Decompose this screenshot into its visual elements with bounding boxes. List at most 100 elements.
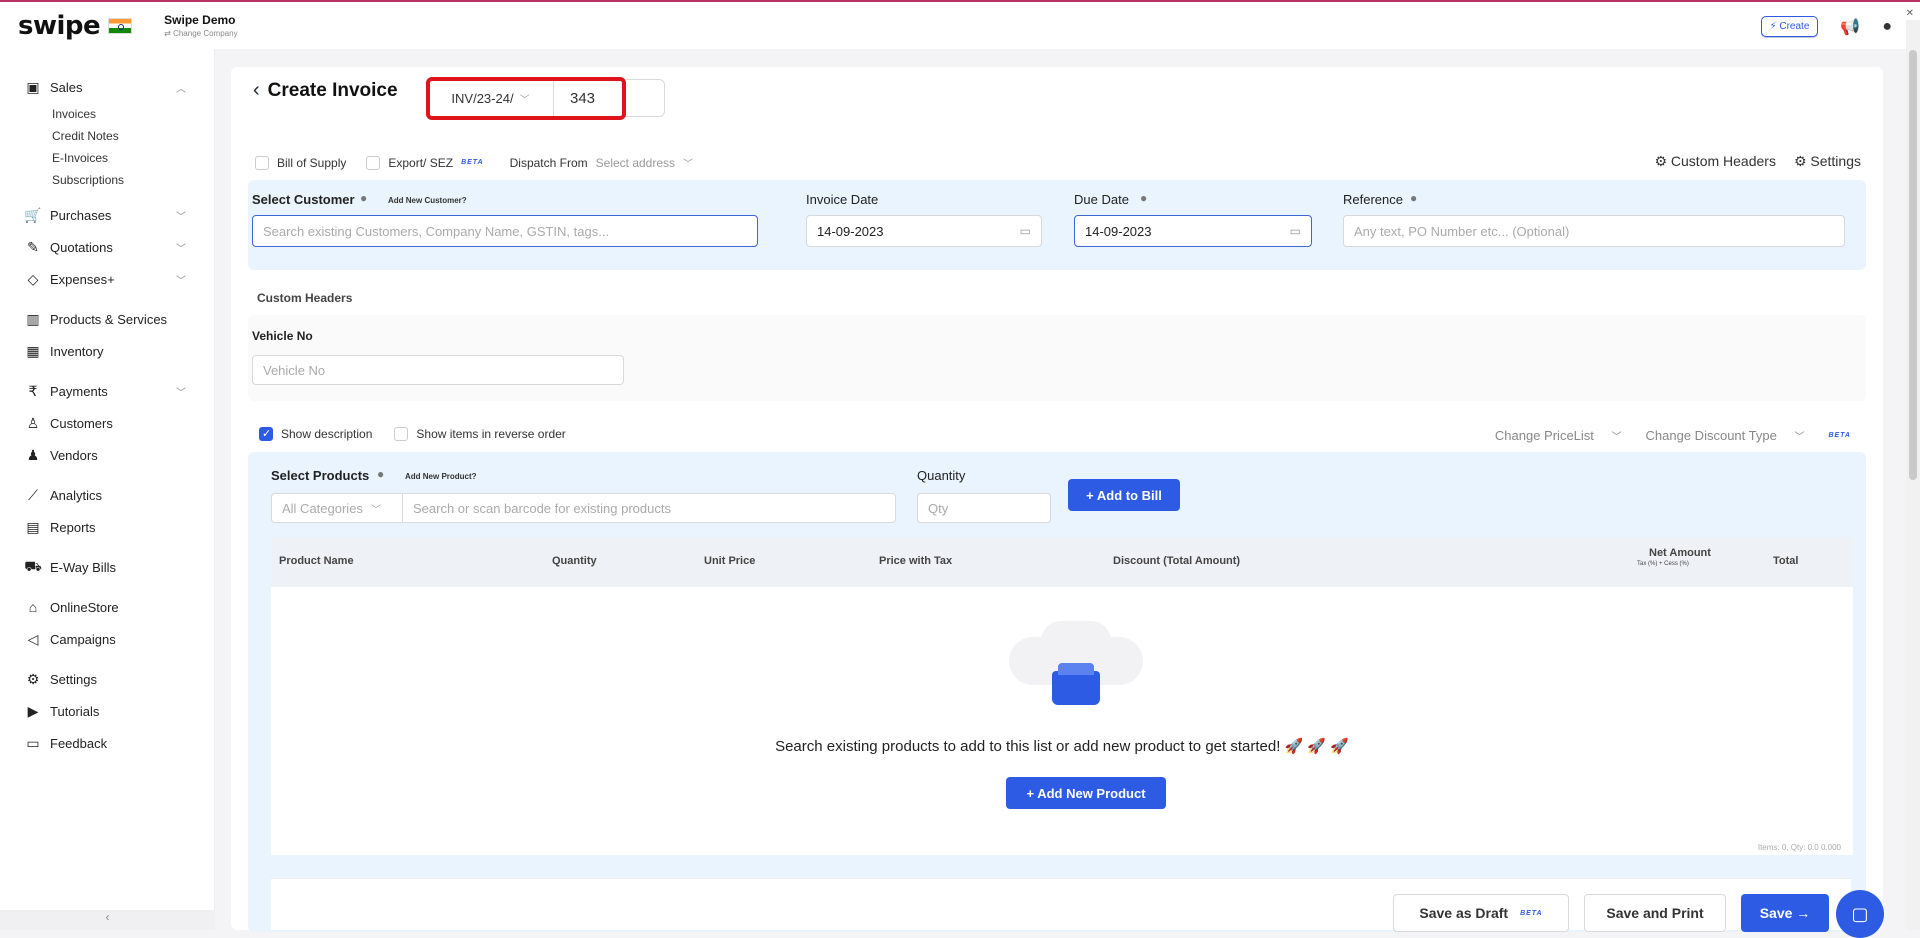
users-icon: ♟	[26, 446, 40, 463]
sidebar-item-settings[interactable]: ⚙ Settings	[24, 663, 214, 695]
sidebar-item-reports[interactable]: ▤ Reports	[24, 511, 214, 543]
chevron-down-icon: ﹀	[1611, 432, 1622, 443]
export-sez-checkbox[interactable]	[366, 155, 381, 170]
invoice-prefix-select[interactable]: INV/23-24/ ﹀	[427, 79, 553, 117]
megaphone-icon: ◁	[27, 630, 39, 647]
save-as-draft-button[interactable]: Save as Draft BETA	[1393, 894, 1569, 932]
sidebar-sub-invoices[interactable]: Invoices	[24, 103, 214, 125]
youtube-icon: ▶	[27, 702, 39, 719]
beta-badge: BETA	[1520, 909, 1543, 917]
items-qty-summary: Items: 0, Qty: 0.0 0.000	[1757, 843, 1841, 852]
add-new-product-link[interactable]: Add New Product?	[405, 472, 477, 481]
swipe-logo[interactable]: swipe	[18, 11, 133, 41]
settings-link[interactable]: ⚙ Settings	[1794, 153, 1861, 170]
sidebar-label: Customers	[50, 415, 113, 431]
add-new-product-button[interactable]: + Add New Product	[1006, 777, 1166, 809]
chevron-down-icon[interactable]: ﹀	[176, 384, 186, 399]
reference-input[interactable]: Any text, PO Number etc... (Optional)	[1343, 215, 1845, 247]
chart-icon: ⟋	[28, 486, 38, 503]
sidebar-item-feedback[interactable]: ▭ Feedback	[24, 727, 214, 759]
sidebar-item-quotations[interactable]: ✎ Quotations ﹀	[24, 231, 214, 263]
sidebar-item-purchases[interactable]: 🛒 Purchases ﹀	[24, 199, 214, 231]
add-new-customer-link[interactable]: Add New Customer?	[388, 196, 467, 205]
sidebar-item-onlinestore[interactable]: ⌂ OnlineStore	[24, 591, 214, 623]
chevron-down-icon[interactable]: ﹀	[176, 240, 186, 255]
col-price-with-tax: Price with Tax	[879, 555, 953, 567]
invoice-prefix-value: INV/23-24/	[451, 90, 514, 106]
create-button[interactable]: ⚡ Create	[1760, 16, 1819, 37]
chevron-up-icon[interactable]: ︿	[176, 80, 186, 95]
scrollbar-thumb[interactable]	[1909, 50, 1917, 480]
bill-of-supply-label: Bill of Supply	[277, 155, 347, 170]
change-company-link[interactable]: ⇄ Change Company	[164, 29, 237, 38]
company-switcher[interactable]: Swipe Demo ⇄ Change Company	[164, 13, 237, 38]
sidebar-item-eway-bills[interactable]: ⛟ E-Way Bills	[24, 551, 214, 583]
chevron-down-icon[interactable]: ﹀	[176, 272, 186, 287]
sidebar-item-vendors[interactable]: ♟ Vendors	[24, 439, 214, 471]
sidebar-item-customers[interactable]: ♙ Customers	[24, 407, 214, 439]
col-unit-price: Unit Price	[704, 555, 756, 567]
change-discount-select[interactable]: Change Discount Type ﹀	[1646, 428, 1805, 443]
reverse-order-checkbox[interactable]	[394, 427, 409, 441]
gear-icon: ⚙	[1654, 153, 1668, 169]
empty-state-text: Search existing products to add to this …	[775, 738, 1349, 755]
invoice-date-input[interactable]: 14-09-2023 ▭	[806, 215, 1042, 247]
close-icon[interactable]: ✕	[1906, 8, 1914, 19]
sidebar-collapse-button[interactable]: ‹	[0, 910, 215, 930]
bill-of-supply-checkbox[interactable]	[255, 155, 269, 170]
sidebar-sub-e-invoices[interactable]: E-Invoices	[24, 147, 214, 169]
customer-search-input[interactable]: Search existing Customers, Company Name,…	[252, 215, 758, 247]
reference-label: Reference	[1343, 192, 1403, 207]
page-header: ‹ Create Invoice	[253, 79, 398, 102]
col-total: Total	[1773, 555, 1799, 567]
back-arrow-icon[interactable]: ‹	[253, 79, 260, 102]
add-to-bill-button[interactable]: + Add to Bill	[1068, 479, 1180, 511]
select-customer-label: Select Customer	[252, 192, 355, 207]
chat-support-icon[interactable]: ▢	[1836, 890, 1884, 938]
top-bar: swipe Swipe Demo ⇄ Change Company ⚡ Crea…	[0, 0, 1920, 49]
india-flag-icon	[108, 17, 133, 34]
chevron-down-icon[interactable]: ﹀	[176, 208, 186, 223]
custom-headers-link[interactable]: ⚙ Custom Headers	[1654, 153, 1776, 170]
info-icon: ●	[1410, 191, 1418, 205]
user-avatar-icon[interactable]: ●	[1882, 18, 1892, 36]
save-and-print-button[interactable]: Save and Print	[1584, 894, 1726, 932]
change-pricelist-select[interactable]: Change PriceList ﹀	[1495, 428, 1622, 443]
warehouse-icon: ▦	[26, 342, 40, 359]
rupee-icon: ₹	[28, 382, 38, 399]
sidebar-item-analytics[interactable]: ⟋ Analytics	[24, 479, 214, 511]
sidebar-item-expenses[interactable]: ◇ Expenses+ ﹀	[24, 263, 214, 295]
reverse-order-label: Show items in reverse order	[416, 427, 566, 441]
info-icon: ●	[1140, 191, 1148, 205]
gear-icon: ⚙	[26, 670, 40, 687]
sidebar-item-payments[interactable]: ₹ Payments ﹀	[24, 375, 214, 407]
product-search-input[interactable]: Search or scan barcode for existing prod…	[402, 493, 896, 523]
sidebar-item-sales[interactable]: ▣ Sales ︿	[24, 71, 214, 103]
sidebar-sub-credit-notes[interactable]: Credit Notes	[24, 125, 214, 147]
sidebar-item-campaigns[interactable]: ◁ Campaigns	[24, 623, 214, 655]
custom-headers-panel: Vehicle No Vehicle No	[248, 315, 1866, 401]
sidebar-sub-subscriptions[interactable]: Subscriptions	[24, 169, 214, 191]
invoice-date-label: Invoice Date	[806, 192, 879, 207]
category-select[interactable]: All Categories ﹀	[271, 493, 403, 523]
sidebar-item-products[interactable]: ▥ Products & Services	[24, 303, 214, 335]
beta-badge: BETA	[461, 159, 484, 166]
vehicle-no-label: Vehicle No	[252, 329, 313, 343]
show-description-checkbox[interactable]	[259, 427, 273, 441]
dispatch-address-select[interactable]: Select address	[596, 156, 675, 170]
col-net-amount-sub: Tax (%) + Cess (%)	[1637, 561, 1689, 567]
calendar-icon: ▭	[1289, 224, 1301, 238]
sidebar-item-tutorials[interactable]: ▶ Tutorials	[24, 695, 214, 727]
sidebar-item-inventory[interactable]: ▦ Inventory	[24, 335, 214, 367]
tag-icon: ◇	[27, 270, 39, 287]
vehicle-no-input[interactable]: Vehicle No	[252, 355, 624, 385]
chevron-down-icon: ﹀	[1794, 432, 1805, 443]
save-button[interactable]: Save →	[1741, 894, 1829, 932]
barcode-icon: ▥	[26, 310, 40, 327]
sidebar-label: Settings	[50, 671, 97, 687]
megaphone-icon[interactable]: 📢	[1840, 17, 1860, 37]
invoice-number-input[interactable]: 343	[553, 79, 665, 117]
due-date-input[interactable]: 14-09-2023 ▭	[1074, 215, 1312, 247]
vertical-scrollbar[interactable]	[1906, 20, 1920, 930]
quantity-input[interactable]: Qty	[917, 493, 1051, 523]
